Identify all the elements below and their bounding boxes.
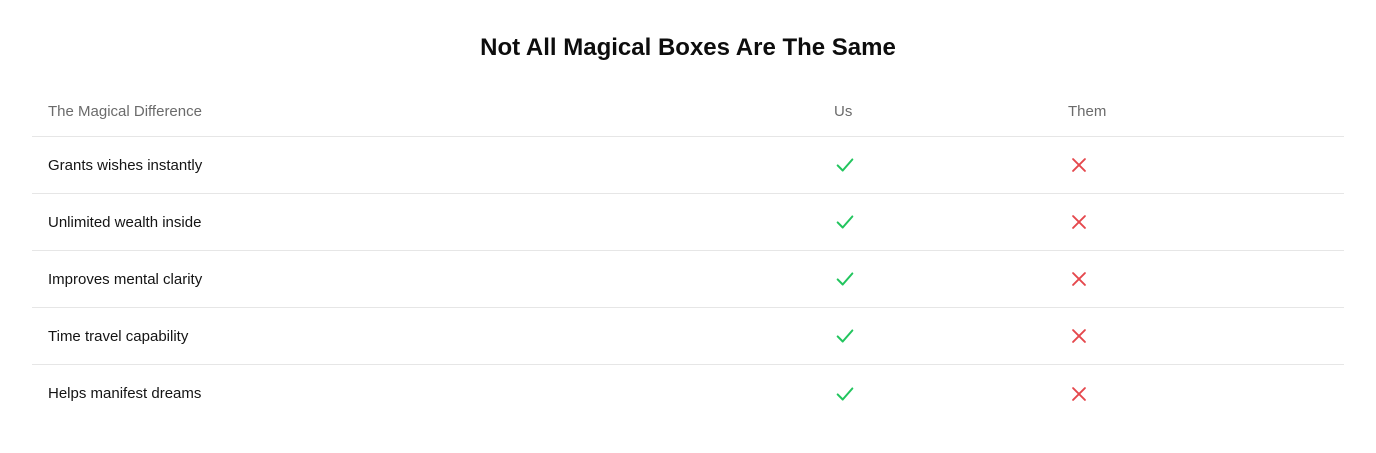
feature-label: Grants wishes instantly xyxy=(48,156,203,174)
feature-label: Helps manifest dreams xyxy=(48,385,202,402)
x-icon xyxy=(1068,154,1090,176)
header-them: Them xyxy=(1068,102,1107,120)
feature-label: Time travel capability xyxy=(48,327,189,345)
check-icon xyxy=(834,154,856,176)
x-icon xyxy=(1068,268,1090,290)
x-icon xyxy=(1068,383,1090,405)
feature-label: Unlimited wealth inside xyxy=(48,213,202,231)
check-icon xyxy=(834,325,856,347)
x-icon xyxy=(1068,325,1090,347)
table-row: Helps manifest dreams xyxy=(32,365,1344,422)
header-feature: The Magical Difference xyxy=(48,102,202,120)
section-title: Not All Magical Boxes Are The Same xyxy=(480,34,896,61)
table-header-row: The Magical Difference Us Them xyxy=(32,88,1344,137)
check-icon xyxy=(834,211,856,233)
comparison-table: The Magical Difference Us Them Grants wi… xyxy=(32,88,1344,422)
feature-label: Improves mental clarity xyxy=(48,270,203,288)
check-icon xyxy=(834,268,856,290)
table-row: Unlimited wealth inside xyxy=(32,194,1344,251)
check-icon xyxy=(834,383,856,405)
table-row: Time travel capability xyxy=(32,308,1344,365)
header-us: Us xyxy=(834,102,853,120)
table-row: Grants wishes instantly xyxy=(32,137,1344,194)
x-icon xyxy=(1068,211,1090,233)
table-row: Improves mental clarity xyxy=(32,251,1344,308)
comparison-section: Not All Magical Boxes Are The Same The M… xyxy=(0,0,1376,453)
